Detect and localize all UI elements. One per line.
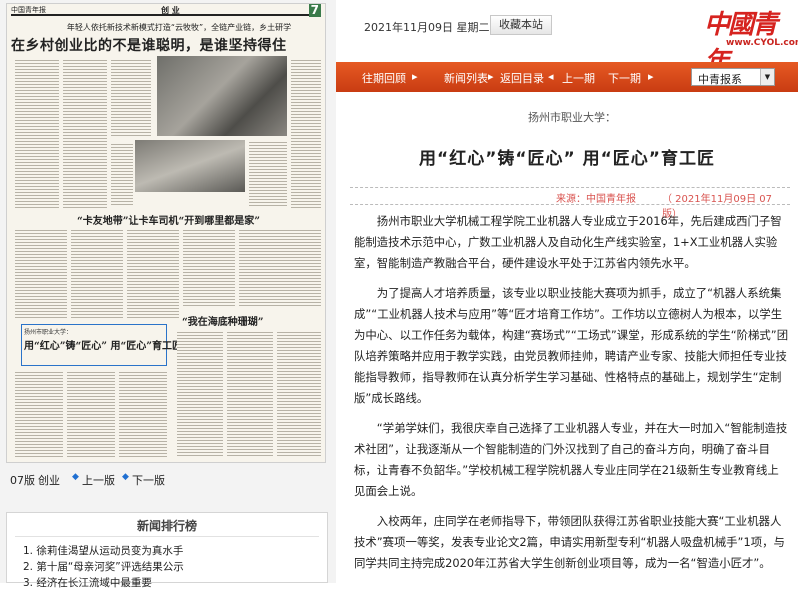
paper-text-block xyxy=(177,330,223,458)
paper-section-name: 创 业 xyxy=(161,6,180,15)
paper-kicker: 年轻人依托新技术新模式打造“云牧牧”，全链产业链，乡土研学 xyxy=(66,23,292,32)
pager-section-label: 创业 xyxy=(38,474,60,487)
paper-text-block xyxy=(15,370,63,458)
paper-text-block xyxy=(127,228,179,318)
prev-page-link[interactable]: 上一版 xyxy=(82,472,115,488)
top-bar: 2021年11月09日 星期二 收藏本站 中國青年 www.CYOL.com xyxy=(336,0,798,77)
nav-past-issues[interactable]: 往期回顾 xyxy=(362,70,406,86)
ranking-item[interactable]: 2. 第十届“母亲河奖”评选结果公示 xyxy=(23,559,184,574)
paper-text-block xyxy=(227,330,273,458)
paper-text-block xyxy=(63,58,107,208)
pager-page-label: 07版 xyxy=(10,474,35,487)
paper-selected-article-box[interactable]: 扬州市职业大学： 用“红心”铸“匠心” 用“匠心”育工匠 xyxy=(21,324,182,366)
paper-photo[interactable] xyxy=(157,56,287,136)
paper-text-block xyxy=(239,228,321,308)
chevron-icon: ▸ xyxy=(412,70,418,83)
next-page-link[interactable]: 下一版 xyxy=(132,472,165,488)
article-subhead: 扬州市职业大学： xyxy=(528,111,616,124)
article-paragraph: 扬州市职业大学机械工程学院工业机器人专业成立于2016年，先后建成西门子智能制造… xyxy=(354,214,782,270)
ranking-divider xyxy=(15,536,319,537)
nav-back-to-index[interactable]: 返回目录 xyxy=(500,70,544,86)
paper-box-title: 用“红心”铸“匠心” 用“匠心”育工匠 xyxy=(24,341,182,352)
paper-text-block xyxy=(71,228,123,318)
ranking-title: 新闻排行榜 xyxy=(136,519,197,533)
paper-text-block xyxy=(15,58,59,208)
article-source: 来源：中国青年报 xyxy=(556,194,636,205)
nav-news-list[interactable]: 新闻列表 xyxy=(444,70,488,86)
arrow-left-icon: ◆ xyxy=(72,472,79,482)
logo-url: www.CYOL.com xyxy=(726,38,798,48)
arrow-right-icon: ◆ xyxy=(122,472,129,482)
paper-text-block xyxy=(249,140,287,206)
paper-text-block xyxy=(111,142,133,206)
arrow-left-icon: ◂ xyxy=(548,70,554,83)
paper-text-block xyxy=(277,330,321,458)
news-ranking-panel: 新闻排行榜 1. 徐莉佳渴望从运动员变为真水手 2. 第十届“母亲河奖”评选结果… xyxy=(6,512,328,589)
chevron-icon: ▸ xyxy=(488,70,494,83)
paper-text-block xyxy=(111,58,151,136)
nav-bar: 往期回顾 ▸ 新闻列表 ▸ 返回目录 ◂ 上一期 下一期 ▸ 中青报系 ▼ xyxy=(336,62,798,92)
paper-masthead: 中国青年报 创 业 7 xyxy=(11,3,321,17)
article-meta: 来源：中国青年报 （ 2021年11月09日 07 版） xyxy=(350,187,790,220)
article-paragraph: 为了提高人才培养质量，该专业以职业技能大赛项为抓手，成立了“机器人系统集成”“工… xyxy=(354,286,789,405)
chevron-down-icon[interactable]: ▼ xyxy=(760,69,774,85)
article-title: 用“红心”铸“匠心” 用“匠心”育工匠 xyxy=(419,149,715,169)
paper-text-block xyxy=(291,58,321,208)
paper-headline-link[interactable]: 在乡村创业比的不是谁聪明，是谁坚持得住 xyxy=(11,35,321,55)
ranking-item[interactable]: 1. 徐莉佳渴望从运动员变为真水手 xyxy=(23,543,183,558)
nav-prev-issue[interactable]: 上一期 xyxy=(562,70,595,86)
bookmark-site-button[interactable]: 收藏本站 xyxy=(490,15,552,35)
paper-text-block xyxy=(119,370,167,458)
paper-box-kicker: 扬州市职业大学： xyxy=(24,329,73,336)
current-date: 2021年11月09日 星期二 xyxy=(364,21,490,34)
paper-article-link[interactable]: “卡友地带”让卡车司机“开到哪里都是家” xyxy=(77,212,260,227)
article-paragraph: “学弟学妹们，我很庆幸自己选择了工业机器人专业，并在大一时加入“智能制造技术社团… xyxy=(354,421,788,498)
arrow-right-icon: ▸ xyxy=(648,70,654,83)
paper-series-select[interactable]: 中青报系 ▼ xyxy=(691,68,775,86)
page-pager: 07版 创业 ◆ 上一版 ◆ 下一版 xyxy=(6,472,326,488)
newspaper-page-thumbnail[interactable]: 中国青年报 创 业 7 年轻人依托新技术新模式打造“云牧牧”，全链产业链，乡土研… xyxy=(6,3,326,463)
left-panel: 中国青年报 创 业 7 年轻人依托新技术新模式打造“云牧牧”，全链产业链，乡土研… xyxy=(0,0,336,589)
paper-text-block xyxy=(15,228,67,318)
paper-photo[interactable] xyxy=(135,140,245,192)
paper-page-number: 7 xyxy=(308,3,321,17)
article-paragraph: 入校两年，庄同学在老师指导下，带领团队获得江苏省职业技能大赛“工业机器人技术”赛… xyxy=(354,514,785,570)
paper-logo: 中国青年报 xyxy=(11,6,46,14)
nav-next-issue[interactable]: 下一期 xyxy=(608,70,641,86)
paper-series-value: 中青报系 xyxy=(698,73,742,86)
article-body: 扬州市职业大学机械工程学院工业机器人专业成立于2016年，先后建成西门子智能制造… xyxy=(354,211,790,583)
article-panel: 2021年11月09日 星期二 收藏本站 中國青年 www.CYOL.com 往… xyxy=(336,0,798,583)
site-logo[interactable]: 中國青年 www.CYOL.com xyxy=(704,4,798,77)
paper-text-block xyxy=(183,228,235,308)
paper-text-block xyxy=(67,370,115,458)
paper-article-link[interactable]: “我在海底种珊瑚” xyxy=(182,313,264,328)
